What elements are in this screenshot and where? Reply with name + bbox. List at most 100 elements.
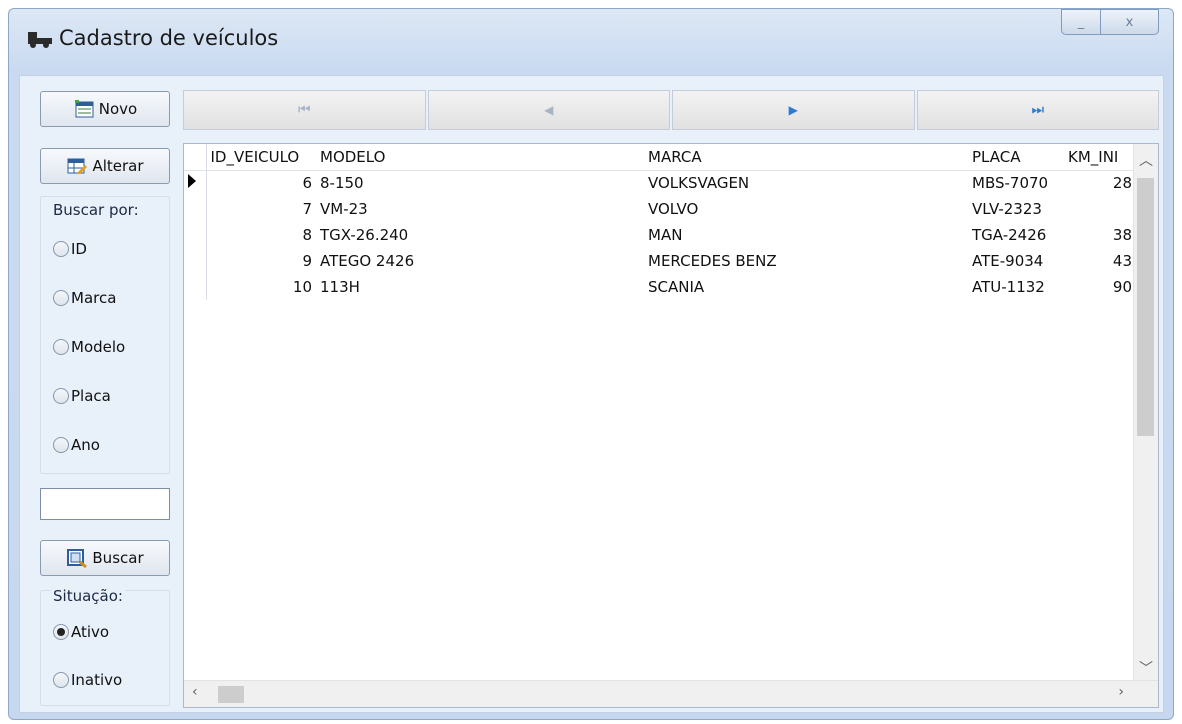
- cell-marca[interactable]: SCANIA: [644, 274, 968, 300]
- db-navigator: ⏮ ◀ ▶ ⏭: [183, 90, 1159, 132]
- radio-placa[interactable]: Placa: [53, 387, 111, 405]
- current-row-icon: [188, 174, 196, 189]
- radio-placa-label: Placa: [71, 387, 111, 405]
- prior-record-icon: ◀: [544, 103, 554, 117]
- radio-id-circle: [53, 241, 69, 257]
- new-record-icon: [74, 100, 94, 118]
- cell-id[interactable]: 8: [206, 222, 316, 248]
- cell-id[interactable]: 10: [206, 274, 316, 300]
- vehicles-grid[interactable]: ID_VEICULO MODELO MARCA PLACA KM_INI 6 8…: [183, 143, 1159, 708]
- radio-ano[interactable]: Ano: [53, 436, 100, 454]
- row-indicator: [184, 196, 207, 222]
- horizontal-scrollbar[interactable]: ‹ ›: [184, 680, 1158, 707]
- cell-marca[interactable]: MERCEDES BENZ: [644, 248, 968, 274]
- cell-marca[interactable]: VOLKSVAGEN: [644, 170, 968, 196]
- buscar-button[interactable]: Buscar: [40, 540, 170, 576]
- minimize-button[interactable]: _: [1061, 9, 1101, 35]
- cell-id[interactable]: 7: [206, 196, 316, 222]
- indicator-header: [184, 144, 207, 171]
- scroll-down-icon[interactable]: ﹀: [1139, 658, 1153, 678]
- table-row[interactable]: 6 8-150 VOLKSVAGEN MBS-7070 28: [184, 170, 1136, 196]
- vehicles-table: ID_VEICULO MODELO MARCA PLACA KM_INI 6 8…: [184, 144, 1136, 300]
- table-row[interactable]: 7 VM-23 VOLVO VLV-2323: [184, 196, 1136, 222]
- cell-km[interactable]: 90: [1064, 274, 1136, 300]
- cell-id[interactable]: 9: [206, 248, 316, 274]
- table-row[interactable]: 10 113H SCANIA ATU-1132 90: [184, 274, 1136, 300]
- radio-ano-circle: [53, 437, 69, 453]
- radio-marca[interactable]: Marca: [53, 289, 116, 307]
- radio-ativo-label: Ativo: [71, 623, 110, 641]
- cell-placa[interactable]: ATE-9034: [968, 248, 1064, 274]
- table-row[interactable]: 8 TGX-26.240 MAN TGA-2426 38: [184, 222, 1136, 248]
- radio-modelo[interactable]: Modelo: [53, 338, 125, 356]
- column-header-id[interactable]: ID_VEICULO: [206, 144, 316, 171]
- scroll-left-icon[interactable]: ‹: [192, 684, 198, 700]
- cell-placa[interactable]: ATU-1132: [968, 274, 1064, 300]
- cell-placa[interactable]: MBS-7070: [968, 170, 1064, 196]
- radio-inativo-label: Inativo: [71, 671, 123, 689]
- radio-modelo-label: Modelo: [71, 338, 126, 356]
- novo-button[interactable]: Novo: [40, 91, 170, 127]
- radio-id[interactable]: ID: [53, 240, 87, 258]
- first-record-icon: ⏮: [297, 102, 311, 118]
- next-record-icon: ▶: [788, 103, 798, 117]
- radio-placa-circle: [53, 388, 69, 404]
- main-window: Cadastro de veículos _ x Novo Alterar Bu…: [8, 8, 1174, 720]
- nav-last-button[interactable]: ⏭: [916, 90, 1159, 130]
- close-icon: x: [1125, 14, 1134, 30]
- scroll-right-icon[interactable]: ›: [1118, 684, 1124, 700]
- radio-ano-label: Ano: [71, 436, 100, 454]
- cell-km[interactable]: 43: [1064, 248, 1136, 274]
- radio-marca-circle: [53, 290, 69, 306]
- search-input[interactable]: [40, 488, 170, 520]
- nav-first-button[interactable]: ⏮: [183, 90, 426, 130]
- search-by-label: Buscar por:: [53, 201, 139, 219]
- nav-next-button[interactable]: ▶: [672, 90, 915, 130]
- cell-marca[interactable]: VOLVO: [644, 196, 968, 222]
- radio-marca-label: Marca: [71, 289, 117, 307]
- row-indicator: [184, 274, 207, 300]
- minimize-icon: _: [1077, 14, 1085, 30]
- radio-inativo-circle: [53, 672, 69, 688]
- radio-ativo-circle: [53, 624, 69, 640]
- radio-modelo-circle: [53, 339, 69, 355]
- row-indicator: [184, 248, 207, 274]
- row-indicator: [184, 222, 207, 248]
- radio-id-label: ID: [71, 240, 87, 258]
- cell-modelo[interactable]: TGX-26.240: [316, 222, 644, 248]
- cell-km[interactable]: [1064, 196, 1136, 222]
- cell-km[interactable]: 38: [1064, 222, 1136, 248]
- window-title: Cadastro de veículos: [59, 26, 279, 50]
- radio-inativo[interactable]: Inativo: [53, 671, 122, 689]
- horizontal-scroll-thumb[interactable]: [218, 686, 244, 703]
- cell-id[interactable]: 6: [206, 170, 316, 196]
- table-row[interactable]: 9 ATEGO 2426 MERCEDES BENZ ATE-9034 43: [184, 248, 1136, 274]
- column-header-km[interactable]: KM_INI: [1064, 144, 1136, 171]
- search-by-group: Buscar por: ID Marca Modelo Placa Ano: [40, 196, 170, 474]
- column-header-placa[interactable]: PLACA: [968, 144, 1064, 171]
- column-header-modelo[interactable]: MODELO: [316, 144, 644, 171]
- search-icon: [67, 549, 88, 568]
- cell-modelo[interactable]: 113H: [316, 274, 644, 300]
- header-row: ID_VEICULO MODELO MARCA PLACA KM_INI: [184, 144, 1136, 171]
- vertical-scrollbar[interactable]: ︿ ﹀: [1133, 144, 1158, 682]
- radio-ativo[interactable]: Ativo: [53, 623, 109, 641]
- last-record-icon: ⏭: [1031, 102, 1045, 118]
- close-button[interactable]: x: [1101, 9, 1159, 35]
- column-header-marca[interactable]: MARCA: [644, 144, 968, 171]
- cell-marca[interactable]: MAN: [644, 222, 968, 248]
- cell-modelo[interactable]: 8-150: [316, 170, 644, 196]
- nav-prior-button[interactable]: ◀: [427, 90, 670, 130]
- cell-placa[interactable]: VLV-2323: [968, 196, 1064, 222]
- cell-placa[interactable]: TGA-2426: [968, 222, 1064, 248]
- cell-modelo[interactable]: VM-23: [316, 196, 644, 222]
- cell-km[interactable]: 28: [1064, 170, 1136, 196]
- alterar-button[interactable]: Alterar: [40, 148, 170, 184]
- scroll-up-icon[interactable]: ︿: [1139, 150, 1153, 170]
- status-group: Situação: Ativo Inativo: [40, 587, 170, 706]
- cell-modelo[interactable]: ATEGO 2426: [316, 248, 644, 274]
- vertical-scroll-thumb[interactable]: [1137, 178, 1154, 436]
- novo-label: Novo: [98, 100, 138, 118]
- title-bar[interactable]: Cadastro de veículos _ x: [9, 9, 1173, 71]
- truck-icon: [28, 32, 52, 48]
